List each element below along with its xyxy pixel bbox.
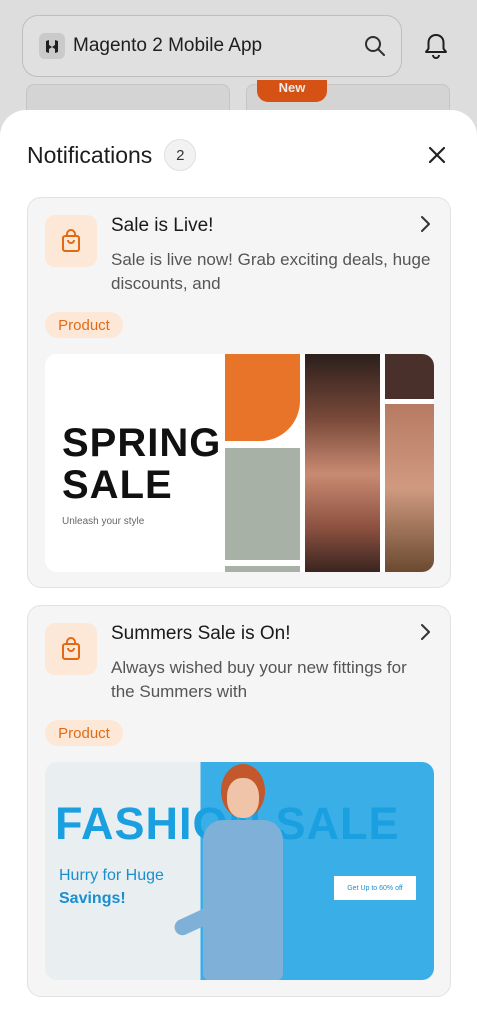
banner-photo-collage [223,354,434,572]
notification-card[interactable]: Sale is Live! Sale is live now! Grab exc… [27,197,451,588]
banner-subtext: Hurry for Huge [59,867,164,884]
product-tag: Product [45,312,123,338]
banner-subtext: Savings! [59,890,126,907]
banner-headline: SPRING [62,421,222,465]
notifications-sheet: Notifications 2 Sale is Live! Sale is li… [0,110,477,1024]
sheet-header: Notifications 2 [27,139,452,171]
notification-card[interactable]: Summers Sale is On! Always wished buy yo… [27,605,451,997]
notification-title: Sale is Live! [111,215,214,236]
banner-cta-button[interactable]: Get Up to 60% off [334,876,416,900]
sheet-title: Notifications [27,141,153,168]
close-icon[interactable] [422,140,452,170]
notification-body: Sale is live now! Grab exciting deals, h… [111,250,431,293]
shopping-bag-icon [45,215,97,267]
notification-title: Summers Sale is On! [111,623,291,644]
notification-count-badge: 2 [164,139,197,171]
spring-sale-banner[interactable]: SPRING SALE Unleash your style [45,354,434,572]
chevron-right-icon[interactable] [418,622,432,642]
banner-headline: SALE [62,463,173,507]
banner-model-figure [171,762,313,980]
chevron-right-icon[interactable] [418,214,432,234]
product-tag: Product [45,720,123,746]
shopping-bag-icon [45,623,97,675]
banner-tagline: Unleash your style [62,516,145,527]
fashion-sale-banner[interactable]: FASHION SALE Hurry for Huge Savings! Get… [45,762,434,980]
notification-body: Always wished buy your new fittings for … [111,658,407,701]
